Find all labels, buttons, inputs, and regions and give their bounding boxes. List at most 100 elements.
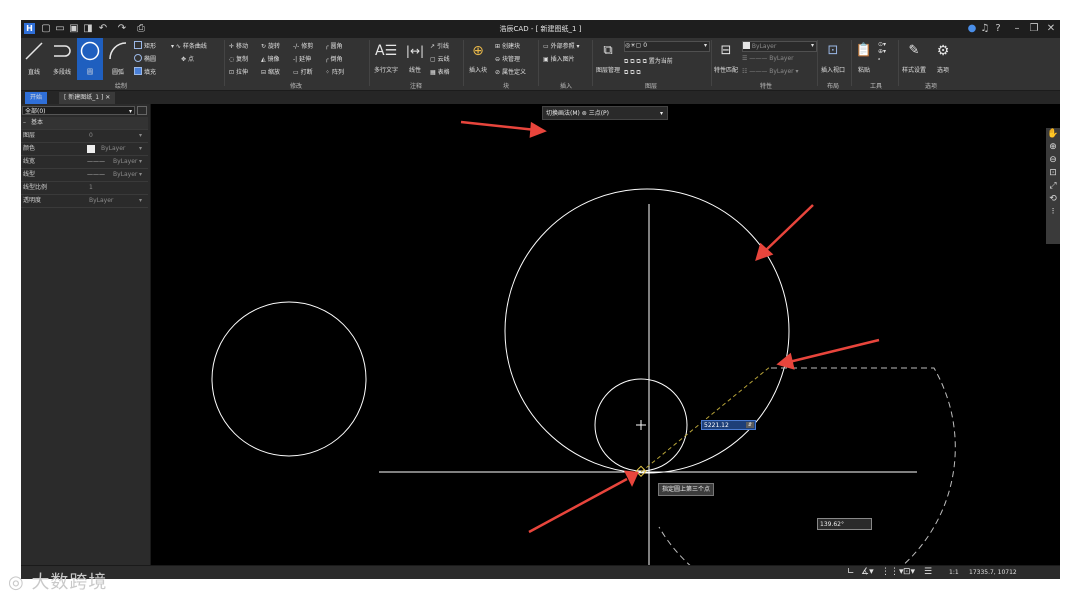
question-icon[interactable]: ? (992, 22, 1004, 36)
ellipse-button[interactable]: 椭圆 (134, 54, 156, 63)
menu-icon[interactable]: ☰ (924, 567, 932, 577)
stretch-button[interactable]: ⊡ 拉伸 (229, 67, 248, 76)
section-label: 基本 (31, 119, 44, 126)
copy-button[interactable]: ◌ 复制 (229, 54, 248, 63)
layer-tools-row2[interactable]: ⧉ ⧉ ⧉ (624, 69, 641, 77)
prop-row-layer[interactable]: 图层 0 ▾ (21, 130, 148, 143)
user-icon[interactable]: ● (966, 22, 978, 36)
scale-label[interactable]: 1:1 (949, 569, 959, 576)
style-settings-button[interactable]: ✎ 样式设置 (900, 40, 928, 74)
mtext-label: 多行文字 (373, 67, 398, 74)
snap-icon[interactable]: ⊡▾ (903, 567, 915, 577)
line-button[interactable]: 直线 (23, 40, 45, 76)
title-bar: H ▢ ▭ ▣ ◨ ↶ ↷ ⎙ 浩辰CAD - [ 新建图纸_1 ] ● ♫ ?… (21, 20, 1060, 38)
insert-block-button[interactable]: ⊕ 插入块 (465, 40, 491, 74)
circle-large[interactable] (504, 188, 790, 474)
linear-dim-button[interactable]: |↔| 线性 (403, 40, 427, 74)
chamfer-button[interactable]: ╭ 倒角 (325, 54, 343, 63)
break-icon: ▭ (293, 69, 301, 76)
length-input[interactable]: 5221.12 ⇵ (701, 420, 756, 430)
layer-tools[interactable]: ⧉ ⧉ ⧉ ⧉ 置为当前 (624, 56, 673, 66)
point-button[interactable]: ✥ 点 (181, 54, 194, 63)
arc-button[interactable]: 圆弧 (107, 40, 129, 76)
close-icon[interactable]: ✕ (1045, 22, 1057, 36)
scale-button[interactable]: ⊟ 缩放 (261, 67, 280, 76)
fillet-button[interactable]: ╭ 圆角 (325, 41, 343, 50)
xref-button[interactable]: ▭ 外部参照 ▾ (543, 41, 580, 50)
paste-button[interactable]: 📋 粘贴 (853, 40, 875, 74)
move-button[interactable]: ✛ 移动 (229, 41, 248, 50)
polar-icon[interactable]: ∡▾ (861, 567, 874, 577)
circle-left[interactable] (211, 301, 367, 457)
mirror-button[interactable]: ◭ 镜像 (261, 54, 280, 63)
orbit-icon[interactable]: ⟲ (1046, 193, 1060, 206)
tab-drawing[interactable]: [ 新建图纸_1 ] ✕ (59, 92, 116, 104)
rect-button[interactable]: 矩形 (134, 41, 156, 50)
spinner-icon[interactable]: ⇵ (746, 422, 754, 428)
layer-manager-button[interactable]: ⧉ 图层管理 (594, 40, 622, 74)
attdef-button[interactable]: ⊘ 属性定义 (495, 67, 526, 76)
rotate-button[interactable]: ↻ 旋转 (261, 41, 280, 50)
polyline-button[interactable]: 多段线 (49, 40, 75, 76)
mtext-button[interactable]: A☰ 多行文字 (371, 40, 401, 74)
section-header[interactable]: – 基本 (21, 117, 148, 130)
style-settings-icon: ✎ (908, 43, 920, 58)
extend-button[interactable]: -| 延伸 (293, 54, 311, 63)
draw-method-dropdown[interactable]: 切换画法(M) ⊚ 三点(P) ▾ (542, 106, 668, 120)
hatch-icon (134, 67, 142, 75)
hatch-button[interactable]: 填充 (134, 67, 156, 76)
prop-row-linetype[interactable]: 线型 ——— ByLayer ▾ (21, 169, 148, 182)
zoom-in-icon[interactable]: ⊕ (1046, 141, 1060, 154)
navigation-bar: ✋ ⊕ ⊖ ⊡ ⤢ ⟲ ⁝ (1046, 128, 1060, 244)
zoom-out-icon[interactable]: ⊖ (1046, 154, 1060, 167)
pan-icon[interactable]: ✋ (1046, 128, 1060, 141)
ortho-icon[interactable]: ∟ (847, 567, 855, 577)
color-dropdown[interactable]: ByLayer ▾ (742, 41, 817, 52)
zoom-extents-icon[interactable]: ⤢ (1046, 180, 1060, 193)
help-icon[interactable]: ♫ (979, 22, 991, 36)
create-block-button[interactable]: ⊞ 创建块 (495, 41, 520, 50)
drawing-canvas[interactable]: 切换画法(M) ⊚ 三点(P) ▾ 5221.12 ⇵ 指定圆上第三个点 139… (151, 104, 1060, 579)
break-button[interactable]: ▭ 打断 (293, 67, 313, 76)
trim-button[interactable]: -/- 修剪 (293, 41, 313, 50)
match-props-button[interactable]: ⊟ 特性匹配 (713, 40, 739, 74)
restore-icon[interactable]: ❐ (1028, 22, 1040, 36)
prop-row-transparency[interactable]: 透明度 ByLayer ▾ (21, 195, 148, 208)
layer-dropdown[interactable]: ◎☀▢ 0 ▾ (624, 41, 710, 52)
block-manager-button[interactable]: ⊖ 块管理 (495, 54, 520, 63)
leader-button[interactable]: ↗ 引线 (430, 41, 449, 50)
selection-dropdown[interactable]: 全部(0) ▾ (22, 106, 135, 115)
prop-row-color[interactable]: 颜色 ByLayer ▾ (21, 143, 148, 156)
block-manager-icon: ⊖ (495, 56, 502, 63)
tracking-line (640, 365, 772, 473)
tab-close-icon[interactable]: ✕ (105, 94, 110, 101)
array-button[interactable]: ⁘ 阵列 (325, 67, 344, 76)
tab-start[interactable]: 开始 (25, 92, 48, 104)
viewport-icon: ⊡ (827, 43, 839, 58)
quick-select-icon[interactable] (137, 106, 147, 115)
separator (898, 40, 899, 86)
spline-button[interactable]: ▾ ∿ 样条曲线 (171, 41, 207, 50)
circle-button[interactable]: 圆 (77, 38, 103, 80)
prop-row-lineweight[interactable]: 线宽 ——— ByLayer ▾ (21, 156, 148, 169)
revcloud-button[interactable]: ▢ 云线 (430, 54, 450, 63)
tools-icon: ⊙▾ ⊕▾ ₐ (878, 41, 887, 62)
insert-viewport-button[interactable]: ⊡ 插入视口 (819, 40, 847, 74)
linear-dim-label: 线性 (408, 67, 421, 74)
nav-more-icon[interactable]: ⁝ (1046, 206, 1060, 219)
tools-extra[interactable]: ⊙▾ ⊕▾ ₐ (878, 41, 886, 62)
options-group-title: 选项 (924, 83, 937, 90)
table-button[interactable]: ▦ 表格 (430, 67, 450, 76)
linetype-dropdown[interactable]: ☷ ——— ByLayer ▾ (742, 68, 815, 75)
insert-image-button[interactable]: ▣ 插入图片 (543, 54, 575, 63)
layer-manager-label: 图层管理 (595, 67, 620, 74)
options-button[interactable]: ⚙ 选项 (931, 40, 955, 74)
layer-on-icon: ◎☀▢ (625, 42, 644, 49)
point-icon: ✥ (181, 56, 188, 63)
minimize-icon[interactable]: – (1011, 22, 1023, 36)
prop-row-ltscale[interactable]: 线型比例 1 (21, 182, 148, 195)
zoom-window-icon[interactable]: ⊡ (1046, 167, 1060, 180)
grid-icon[interactable]: ⋮⋮▾ (881, 567, 904, 577)
angle-input[interactable]: 139.62° (817, 518, 872, 530)
lineweight-dropdown[interactable]: ☰ ——— ByLayer (742, 55, 815, 62)
